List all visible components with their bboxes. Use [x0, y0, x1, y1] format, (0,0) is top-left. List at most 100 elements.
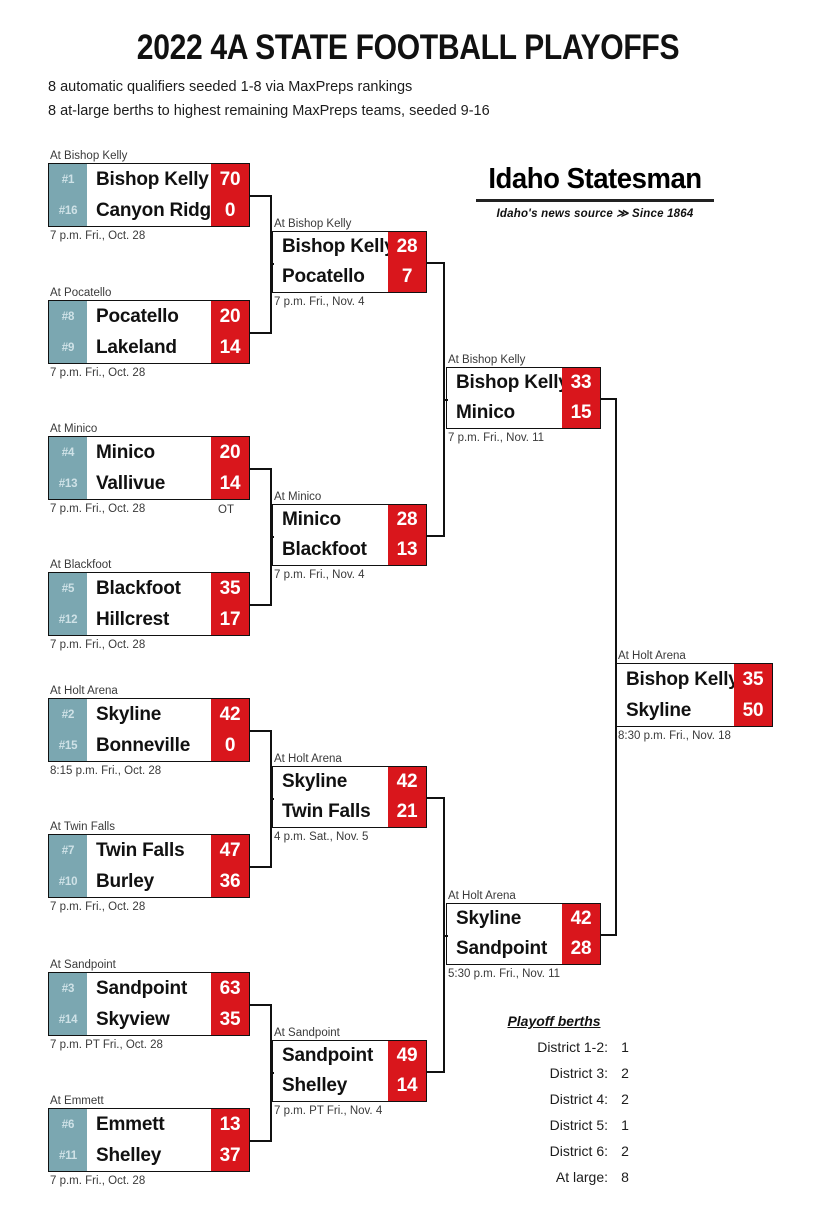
- team-name: Skyline: [96, 703, 162, 725]
- game-r2-2[interactable]: At Minico Minico Blackfoot 28 13 7 p.m. …: [272, 490, 427, 583]
- team-name: Sandpoint: [96, 977, 188, 999]
- team-score: 35: [742, 668, 764, 690]
- game-time: 7 p.m. Fri., Nov. 11: [448, 432, 545, 444]
- game-r1-3[interactable]: At Minico #4 #13 Minico Vallivue 20 14 7…: [48, 422, 250, 517]
- team-name: Minico: [456, 402, 515, 423]
- seed-column: #8 #9: [49, 301, 87, 363]
- matchup-box[interactable]: #1 #16 Bishop Kelly Canyon Ridge 70 0: [48, 163, 250, 227]
- venue-label: At Bishop Kelly: [274, 218, 352, 230]
- score-column: 33 15: [562, 368, 600, 428]
- team-name: Vallivue: [96, 472, 166, 494]
- team-column: Bishop Kelly Skyline: [617, 664, 739, 726]
- team-name: Pocatello: [96, 305, 179, 327]
- game-r2-1[interactable]: At Bishop Kelly Bishop Kelly Pocatello 2…: [272, 217, 427, 310]
- berths-title: Playoff berths: [507, 1013, 601, 1029]
- matchup-box[interactable]: #2 #15 Skyline Bonneville 42 0: [48, 698, 250, 762]
- playoff-berths-table: Playoff berths District 1-2: 1 District …: [466, 1013, 642, 1195]
- berth-value: 8: [621, 1169, 629, 1185]
- team-column: Pocatello Lakeland: [87, 301, 211, 363]
- matchup-box[interactable]: Minico Blackfoot 28 13: [272, 504, 427, 566]
- game-r1-7[interactable]: At Sandpoint #3 #14 Sandpoint Skyview 63…: [48, 958, 250, 1053]
- bracket-connector: [270, 536, 274, 538]
- masthead-title: Idaho Statesman: [488, 163, 702, 195]
- seed-column: #6 #11: [49, 1109, 87, 1171]
- seed-column: #3 #14: [49, 973, 87, 1035]
- game-r3-2[interactable]: At Holt Arena Skyline Sandpoint 42 28 5:…: [446, 889, 601, 982]
- venue-label: At Emmett: [50, 1095, 104, 1107]
- game-time: 7 p.m. Fri., Oct. 28: [50, 1175, 146, 1187]
- matchup-box[interactable]: Bishop Kelly Skyline 35 50: [616, 663, 773, 727]
- team-name: Skyview: [96, 1008, 170, 1030]
- seed-column: #4 #13: [49, 437, 87, 499]
- score-column: 42 0: [211, 699, 249, 761]
- game-r2-4[interactable]: At Sandpoint Sandpoint Shelley 49 14 7 p…: [272, 1026, 427, 1119]
- game-r1-2[interactable]: At Pocatello #8 #9 Pocatello Lakeland 20…: [48, 286, 250, 381]
- game-r1-1[interactable]: At Bishop Kelly #1 #16 Bishop Kelly Cany…: [48, 149, 250, 244]
- berth-value: 2: [621, 1143, 629, 1159]
- game-time: 7 p.m. Fri., Oct. 28: [50, 230, 146, 242]
- bracket-connector: [250, 332, 272, 334]
- game-r1-4[interactable]: At Blackfoot #5 #12 Blackfoot Hillcrest …: [48, 558, 250, 653]
- matchup-box[interactable]: #4 #13 Minico Vallivue 20 14: [48, 436, 250, 500]
- seed-badge: #10: [58, 875, 78, 888]
- team-score: 36: [219, 870, 241, 892]
- matchup-box[interactable]: Sandpoint Shelley 49 14: [272, 1040, 427, 1102]
- team-score: 37: [219, 1144, 241, 1166]
- score-column: 28 7: [388, 232, 426, 292]
- game-r1-6[interactable]: At Twin Falls #7 #10 Twin Falls Burley 4…: [48, 820, 250, 915]
- game-final[interactable]: At Holt Arena Bishop Kelly Skyline 35 50…: [616, 649, 773, 744]
- venue-label: At Sandpoint: [274, 1027, 340, 1039]
- seed-badge: #13: [58, 477, 78, 490]
- team-column: Minico Blackfoot: [273, 505, 388, 565]
- team-score: 0: [224, 199, 236, 221]
- team-score: 35: [219, 577, 241, 599]
- team-score: 15: [570, 402, 592, 423]
- matchup-box[interactable]: #5 #12 Blackfoot Hillcrest 35 17: [48, 572, 250, 636]
- team-score: 28: [396, 236, 418, 257]
- venue-label: At Bishop Kelly: [50, 150, 128, 162]
- game-r1-8[interactable]: At Emmett #6 #11 Emmett Shelley 13 37 7 …: [48, 1094, 250, 1189]
- bracket-connector: [250, 730, 272, 732]
- team-score: 50: [742, 699, 764, 721]
- team-column: Minico Vallivue: [87, 437, 211, 499]
- matchup-box[interactable]: #3 #14 Sandpoint Skyview 63 35: [48, 972, 250, 1036]
- game-r1-5[interactable]: At Holt Arena #2 #15 Skyline Bonneville …: [48, 684, 250, 779]
- bracket-connector: [270, 798, 274, 800]
- seed-badge: #8: [61, 310, 75, 323]
- venue-label: At Minico: [274, 491, 322, 503]
- matchup-box[interactable]: #8 #9 Pocatello Lakeland 20 14: [48, 300, 250, 364]
- team-name: Blackfoot: [96, 577, 181, 599]
- team-name: Lakeland: [96, 336, 177, 358]
- game-r3-1[interactable]: At Bishop Kelly Bishop Kelly Minico 33 1…: [446, 353, 601, 446]
- berth-label: District 6:: [549, 1143, 608, 1159]
- team-name: Blackfoot: [282, 539, 367, 560]
- score-column: 42 21: [388, 767, 426, 827]
- matchup-box[interactable]: Skyline Twin Falls 42 21: [272, 766, 427, 828]
- matchup-box[interactable]: #7 #10 Twin Falls Burley 47 36: [48, 834, 250, 898]
- bracket-connector: [270, 263, 274, 265]
- team-score: 14: [219, 336, 241, 358]
- team-score: 42: [570, 908, 592, 929]
- venue-label: At Bishop Kelly: [448, 354, 526, 366]
- bracket-connector: [443, 399, 448, 401]
- team-name: Shelley: [96, 1144, 162, 1166]
- seed-badge: #11: [59, 1149, 77, 1162]
- matchup-box[interactable]: Skyline Sandpoint 42 28: [446, 903, 601, 965]
- matchup-box[interactable]: Bishop Kelly Pocatello 28 7: [272, 231, 427, 293]
- matchup-box[interactable]: Bishop Kelly Minico 33 15: [446, 367, 601, 429]
- team-name: Bonneville: [96, 734, 191, 756]
- game-r2-3[interactable]: At Holt Arena Skyline Twin Falls 42 21 4…: [272, 752, 427, 845]
- venue-label: At Pocatello: [50, 287, 112, 299]
- team-column: Skyline Sandpoint: [447, 904, 562, 964]
- team-score: 0: [224, 734, 236, 756]
- team-name: Canyon Ridge: [96, 199, 222, 221]
- seed-badge: #1: [61, 173, 75, 186]
- team-name: Skyline: [282, 771, 348, 792]
- score-column: 20 14: [211, 301, 249, 363]
- team-score: 14: [219, 472, 241, 494]
- team-score: 47: [219, 839, 241, 861]
- team-name: Twin Falls: [282, 801, 371, 822]
- seed-badge: #4: [61, 446, 75, 459]
- matchup-box[interactable]: #6 #11 Emmett Shelley 13 37: [48, 1108, 250, 1172]
- subtitle-line-1: 8 automatic qualifiers seeded 1-8 via Ma…: [48, 79, 413, 95]
